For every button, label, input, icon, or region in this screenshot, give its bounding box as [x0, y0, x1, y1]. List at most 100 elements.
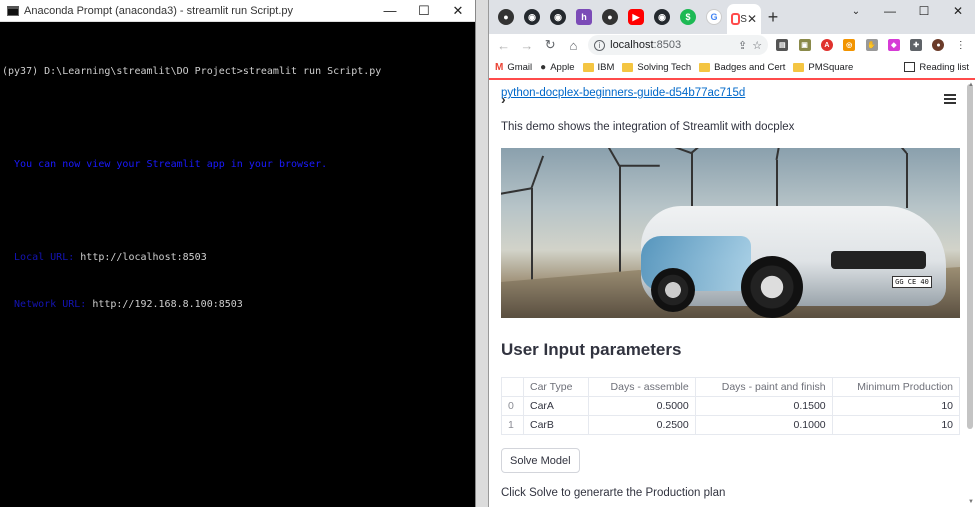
address-host: localhost	[610, 39, 654, 51]
header-car-type[interactable]: Car Type	[523, 377, 589, 397]
tab-strip[interactable]: ● ◉ ◉ h ● ▶ ◉ $ G S ✕ + ⌄ — ☐ ✕	[489, 0, 975, 34]
scroll-down-icon[interactable]: ▼	[968, 499, 974, 505]
maximize-icon[interactable]: ☐	[907, 0, 941, 22]
extension-hand-icon[interactable]: ✋	[863, 37, 879, 54]
header-days-paint[interactable]: Days - paint and finish	[694, 377, 833, 397]
bookmark-gmail[interactable]: M Gmail	[495, 62, 532, 73]
table-row: 0 CarA 0.5000 0.1500 10	[501, 396, 961, 416]
bookmark-apple[interactable]: ● Apple	[540, 62, 574, 73]
cell-min-production[interactable]: 10	[831, 415, 961, 435]
cell-days-assemble[interactable]: 0.5000	[587, 396, 696, 416]
local-url-value: http://localhost:8503	[80, 252, 207, 263]
profile-avatar-icon[interactable]: ●	[930, 37, 946, 54]
forward-icon[interactable]: →	[518, 36, 535, 54]
tab-streamlit-2[interactable]: ●	[597, 3, 623, 31]
header-index[interactable]	[501, 377, 524, 397]
header-min-production[interactable]: Minimum Production	[831, 377, 961, 397]
bookmark-pmsquare[interactable]: PMSquare	[793, 62, 853, 73]
tab-youtube[interactable]: ▶	[623, 3, 649, 31]
bookmark-solving-tech[interactable]: Solving Tech	[622, 62, 691, 73]
bookmark-star-icon[interactable]: ☆	[752, 39, 762, 52]
scroll-up-icon[interactable]: ▲	[968, 82, 974, 88]
app-tab-icon: h	[576, 9, 592, 25]
close-icon[interactable]: ✕	[941, 0, 975, 22]
tab-app-1[interactable]: h	[571, 3, 597, 31]
minimize-icon[interactable]: —	[873, 0, 907, 22]
maximize-icon[interactable]: ☐	[407, 0, 441, 22]
table-header-row: Car Type Days - assemble Days - paint an…	[501, 377, 961, 397]
extension-colorful-icon[interactable]: ◆	[886, 37, 902, 54]
active-tab-label: S	[740, 13, 747, 25]
terminal-window[interactable]: Anaconda Prompt (anaconda3) - streamlit …	[0, 0, 476, 507]
tab-github-2[interactable]: ◉	[545, 3, 571, 31]
cell-car-type[interactable]: CarB	[523, 415, 589, 435]
terminal-titlebar[interactable]: Anaconda Prompt (anaconda3) - streamlit …	[0, 0, 475, 22]
github-icon: ◉	[524, 9, 540, 25]
row-index: 0	[501, 396, 524, 416]
address-port: :8503	[653, 39, 682, 51]
article-link[interactable]: python-docplex-beginners-guide-d54b77ac7…	[501, 87, 960, 102]
folder-icon	[793, 62, 805, 72]
solve-model-button[interactable]: Solve Model	[501, 448, 580, 473]
minimize-icon[interactable]: —	[373, 0, 407, 22]
input-parameters-table[interactable]: Car Type Days - assemble Days - paint an…	[501, 377, 961, 435]
extension-orange-icon[interactable]: ◎	[841, 37, 857, 54]
close-tab-icon[interactable]: ✕	[747, 12, 757, 26]
row-index: 1	[501, 415, 524, 435]
extensions-puzzle-icon[interactable]: ✚	[908, 37, 924, 54]
site-info-icon[interactable]: i	[594, 39, 606, 51]
share-icon[interactable]: ⇪	[738, 39, 747, 52]
reading-list-button[interactable]: Reading list	[904, 62, 969, 73]
new-tab-button[interactable]: +	[761, 0, 785, 34]
gmail-icon: M	[495, 61, 504, 73]
cell-days-paint[interactable]: 0.1000	[694, 415, 833, 435]
streamlit-favicon-icon	[731, 13, 741, 25]
terminal-output[interactable]: (py37) D:\Learning\streamlit\DO Project>…	[0, 22, 475, 343]
browser-menu-icon[interactable]: ⋮	[953, 37, 969, 54]
github-icon: ◉	[550, 9, 566, 25]
wind-turbine	[619, 166, 621, 281]
car-illustration	[641, 206, 946, 318]
solve-hint-text: Click Solve to generarte the Production …	[501, 487, 726, 499]
terminal-app-icon	[7, 5, 19, 16]
main-content: python-docplex-beginners-guide-d54b77ac7…	[501, 82, 961, 502]
tab-search-icon[interactable]: ⌄	[839, 0, 873, 22]
tab-streamlit-1[interactable]: ●	[493, 3, 519, 31]
network-url-label: Network URL:	[2, 298, 93, 310]
terminal-message-line: You can now view your Streamlit app in y…	[2, 159, 328, 170]
extension-image-icon[interactable]: ▣	[796, 37, 812, 54]
folder-icon	[622, 62, 634, 72]
terminal-title: Anaconda Prompt (anaconda3) - streamlit …	[24, 4, 294, 17]
cell-days-assemble[interactable]: 0.2500	[587, 415, 696, 435]
hero-car-image: GG CE 40	[501, 148, 960, 318]
header-days-assemble[interactable]: Days - assemble	[587, 377, 696, 397]
streamlit-tab-icon: ●	[602, 9, 618, 25]
back-icon[interactable]: ←	[495, 36, 512, 54]
folder-icon	[582, 62, 594, 72]
table-row: 1 CarB 0.2500 0.1000 10	[501, 415, 961, 435]
bookmark-ibm[interactable]: IBM	[582, 62, 614, 73]
license-plate: GG CE 40	[892, 276, 932, 288]
page-scrollbar[interactable]	[967, 84, 973, 429]
extension-reader-icon[interactable]: ▤	[774, 37, 790, 54]
cell-days-paint[interactable]: 0.1500	[694, 396, 833, 416]
tab-github-1[interactable]: ◉	[519, 3, 545, 31]
tab-google[interactable]: G	[701, 3, 727, 31]
streamlit-page[interactable]: › python-docplex-beginners-guide-d54b77a…	[489, 82, 975, 507]
bookmark-badges[interactable]: Badges and Cert	[699, 62, 785, 73]
reload-icon[interactable]: ↻	[542, 36, 559, 54]
tab-github-3[interactable]: ◉	[649, 3, 675, 31]
cell-car-type[interactable]: CarA	[523, 396, 589, 416]
wind-turbine	[906, 153, 908, 208]
tab-dollar[interactable]: $	[675, 3, 701, 31]
address-bar[interactable]: i localhost:8503 ⇪ ☆	[588, 35, 769, 55]
browser-window[interactable]: ● ◉ ◉ h ● ▶ ◉ $ G S ✕ + ⌄ — ☐ ✕ ← → ↻ ⌂ …	[488, 0, 975, 507]
extension-adblock-icon[interactable]: A	[819, 37, 835, 54]
home-icon[interactable]: ⌂	[565, 36, 582, 54]
desktop: Anaconda Prompt (anaconda3) - streamlit …	[0, 0, 975, 507]
cell-min-production[interactable]: 10	[831, 396, 961, 416]
bookmarks-bar: M Gmail ● Apple IBM Solving Tech Badges an…	[489, 56, 975, 80]
close-icon[interactable]: ✕	[441, 0, 475, 22]
apple-icon: ●	[540, 61, 547, 73]
tab-active-streamlit[interactable]: S ✕	[727, 4, 761, 34]
